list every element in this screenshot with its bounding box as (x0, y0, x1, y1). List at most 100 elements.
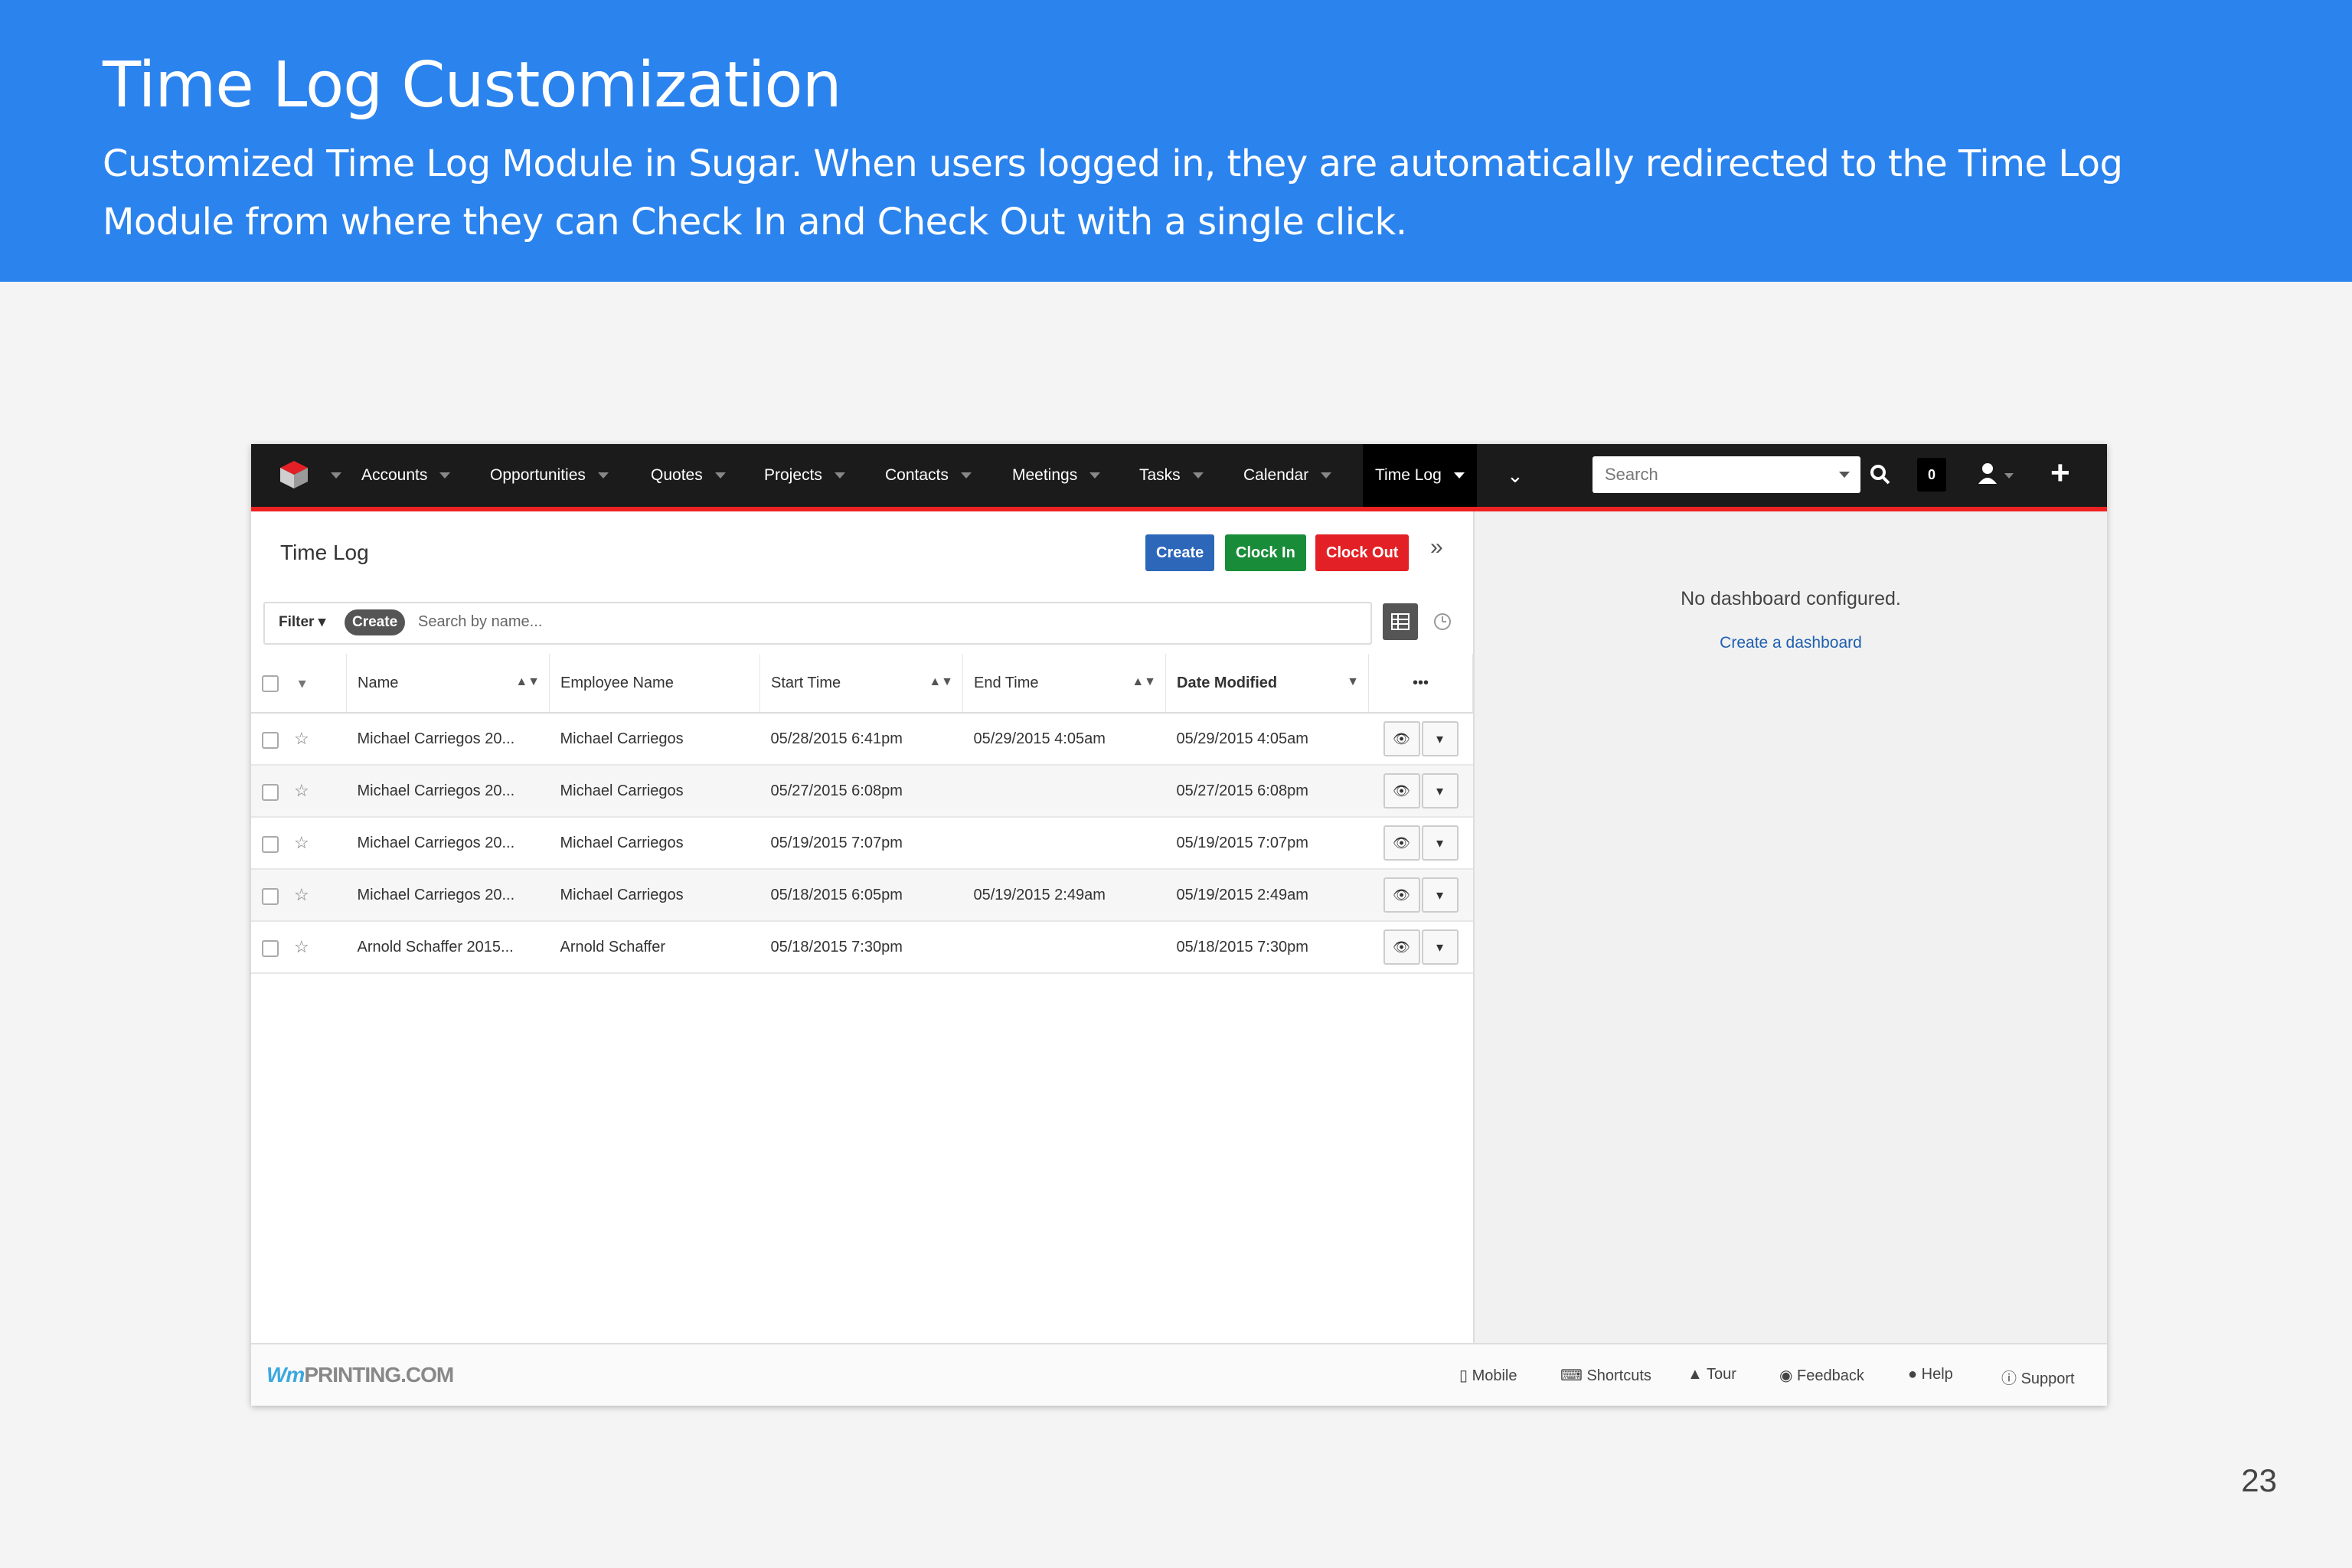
create-dashboard-link[interactable]: Create a dashboard (1475, 634, 2107, 652)
nav-contacts[interactable]: Contacts (885, 444, 972, 507)
row-actions-chevron-down-icon[interactable]: ▾ (1421, 721, 1459, 756)
column-header-employee-name[interactable]: Employee Name (549, 654, 760, 714)
nav-accounts[interactable]: Accounts (361, 444, 451, 507)
row-employee-link[interactable]: Michael Carriegos (549, 765, 760, 818)
row-actions-chevron-down-icon[interactable]: ▾ (1421, 825, 1459, 861)
row-actions: 👁 ▾ (1368, 921, 1473, 974)
table-row[interactable]: ☆ Michael Carriegos 20... Michael Carriego… (251, 869, 1473, 922)
collapse-dashboard-icon[interactable]: » (1430, 534, 1443, 560)
list-title: Time Log (280, 541, 369, 564)
row-end-time (962, 921, 1166, 974)
preview-eye-icon[interactable]: 👁 (1383, 825, 1420, 861)
row-checkbox[interactable] (262, 939, 279, 957)
nav-meetings[interactable]: Meetings (1012, 444, 1101, 507)
global-search-input[interactable]: Search (1592, 456, 1860, 493)
nav-projects[interactable]: Projects (764, 444, 845, 507)
logo-menu-caret[interactable] (318, 444, 341, 507)
footer: WmPRINTING.COM ▯ Mobile ⌨ Shortcuts ▲ To… (251, 1343, 2107, 1406)
sugar-logo-icon[interactable] (279, 459, 309, 490)
row-name-link[interactable]: Michael Carriegos 20... (346, 869, 550, 922)
row-actions: 👁 ▾ (1368, 713, 1473, 766)
row-actions-chevron-down-icon[interactable]: ▾ (1421, 773, 1459, 808)
nav-calendar[interactable]: Calendar (1243, 444, 1332, 507)
filter-dropdown[interactable]: Filter ▾ (279, 613, 325, 631)
clock-out-button[interactable]: Clock Out (1315, 534, 1410, 571)
nav-opportunities[interactable]: Opportunities (490, 444, 609, 507)
activity-stream-clock-icon[interactable] (1429, 608, 1456, 635)
star-icon[interactable]: ☆ (294, 885, 309, 904)
question-icon: ⓘ (2001, 1370, 2017, 1387)
nav-tasks[interactable]: Tasks (1139, 444, 1204, 507)
row-name-link[interactable]: Arnold Schaffer 2015... (346, 921, 550, 974)
row-checkbox[interactable] (262, 835, 279, 853)
search-icon[interactable] (1865, 456, 1896, 493)
preview-eye-icon[interactable]: 👁 (1383, 877, 1420, 913)
row-employee-link[interactable]: Michael Carriegos (549, 869, 760, 922)
column-header-end-time[interactable]: End Time ▲▼ (962, 654, 1166, 714)
row-employee-link[interactable]: Arnold Schaffer (549, 921, 760, 974)
footer-tour[interactable]: ▲ Tour (1687, 1366, 1736, 1383)
row-start-time: 05/18/2015 7:30pm (760, 921, 963, 974)
table-row[interactable]: ☆ Arnold Schaffer 2015... Arnold Schaffer 0… (251, 921, 1473, 974)
clock-in-button[interactable]: Clock In (1225, 534, 1306, 571)
footer-shortcuts[interactable]: ⌨ Shortcuts (1560, 1366, 1651, 1385)
footer-mobile[interactable]: ▯ Mobile (1459, 1366, 1517, 1385)
chevron-down-icon[interactable] (1839, 472, 1850, 478)
chevron-down-icon (1089, 472, 1101, 479)
search-by-name-input[interactable]: Search by name... (418, 613, 542, 631)
row-checkbox[interactable] (262, 887, 279, 905)
table-row[interactable]: ☆ Michael Carriegos 20... Michael Carriego… (251, 817, 1473, 870)
dashboard-empty-message: No dashboard configured. (1681, 588, 1901, 609)
sort-desc-icon[interactable]: ▼ (1347, 675, 1359, 689)
time-log-list-pane: Time Log Create Clock In Clock Out » Fil… (251, 511, 1475, 1343)
dashboard-pane: No dashboard configured. Create a dashbo… (1475, 511, 2107, 1343)
preview-eye-icon[interactable]: 👁 (1383, 929, 1420, 965)
create-button[interactable]: Create (1145, 534, 1215, 571)
nav-time-log[interactable]: Time Log (1363, 444, 1477, 507)
star-icon[interactable]: ☆ (294, 937, 309, 956)
footer-support[interactable]: ⓘ Support (2001, 1366, 2075, 1388)
row-actions-chevron-down-icon[interactable]: ▾ (1421, 929, 1459, 965)
notification-count-badge[interactable]: 0 (1917, 458, 1946, 492)
preview-eye-icon[interactable]: 👁 (1383, 773, 1420, 808)
list-view-icon[interactable] (1383, 603, 1418, 640)
row-name-link[interactable]: Michael Carriegos 20... (346, 765, 550, 818)
user-menu-icon[interactable] (1974, 459, 2020, 490)
sort-icon[interactable]: ▲▼ (515, 675, 540, 689)
row-date-modified: 05/19/2015 2:49am (1165, 869, 1369, 922)
slide-banner: Time Log Customization Customized Time L… (0, 0, 2352, 282)
column-header-date-modified[interactable]: Date Modified ▼ (1165, 654, 1369, 714)
sort-icon[interactable]: ▲▼ (929, 675, 953, 689)
row-start-time: 05/28/2015 6:41pm (760, 713, 963, 766)
column-header-name[interactable]: Name ▲▼ (346, 654, 550, 714)
preview-eye-icon[interactable]: 👁 (1383, 721, 1420, 756)
sort-icon[interactable]: ▲▼ (1132, 675, 1156, 689)
chevron-down-icon[interactable]: ▾ (299, 675, 306, 692)
filter-bar: Filter ▾ Create Search by name... (263, 602, 1372, 645)
star-icon[interactable]: ☆ (294, 729, 309, 748)
table-row[interactable]: ☆ Michael Carriegos 20... Michael Carriego… (251, 765, 1473, 818)
row-name-link[interactable]: Michael Carriegos 20... (346, 817, 550, 870)
row-checkbox[interactable] (262, 783, 279, 801)
star-icon[interactable]: ☆ (294, 781, 309, 800)
nav-quotes[interactable]: Quotes (651, 444, 726, 507)
filter-create-button[interactable]: Create (345, 609, 406, 635)
footer-feedback[interactable]: ◉ Feedback (1779, 1366, 1864, 1385)
quick-create-plus-icon[interactable]: + (2050, 456, 2081, 493)
chevron-down-icon (597, 472, 609, 479)
ellipsis-icon[interactable]: ••• (1413, 675, 1429, 691)
star-icon[interactable]: ☆ (294, 833, 309, 852)
row-employee-link[interactable]: Michael Carriegos (549, 817, 760, 870)
row-select-cell: ☆ (251, 921, 347, 974)
row-actions-chevron-down-icon[interactable]: ▾ (1421, 877, 1459, 913)
row-actions: 👁 ▾ (1368, 869, 1473, 922)
more-modules-chevron-icon[interactable]: ⌄ (1507, 444, 1524, 507)
row-checkbox[interactable] (262, 731, 279, 749)
select-all-checkbox[interactable] (262, 675, 279, 693)
row-employee-link[interactable]: Michael Carriegos (549, 713, 760, 766)
row-name-link[interactable]: Michael Carriegos 20... (346, 713, 550, 766)
column-header-start-time[interactable]: Start Time ▲▼ (760, 654, 963, 714)
table-row[interactable]: ☆ Michael Carriegos 20... Michael Carriego… (251, 713, 1473, 766)
column-settings-header[interactable]: ••• (1368, 654, 1473, 714)
footer-help[interactable]: ● Help (1908, 1366, 1953, 1383)
